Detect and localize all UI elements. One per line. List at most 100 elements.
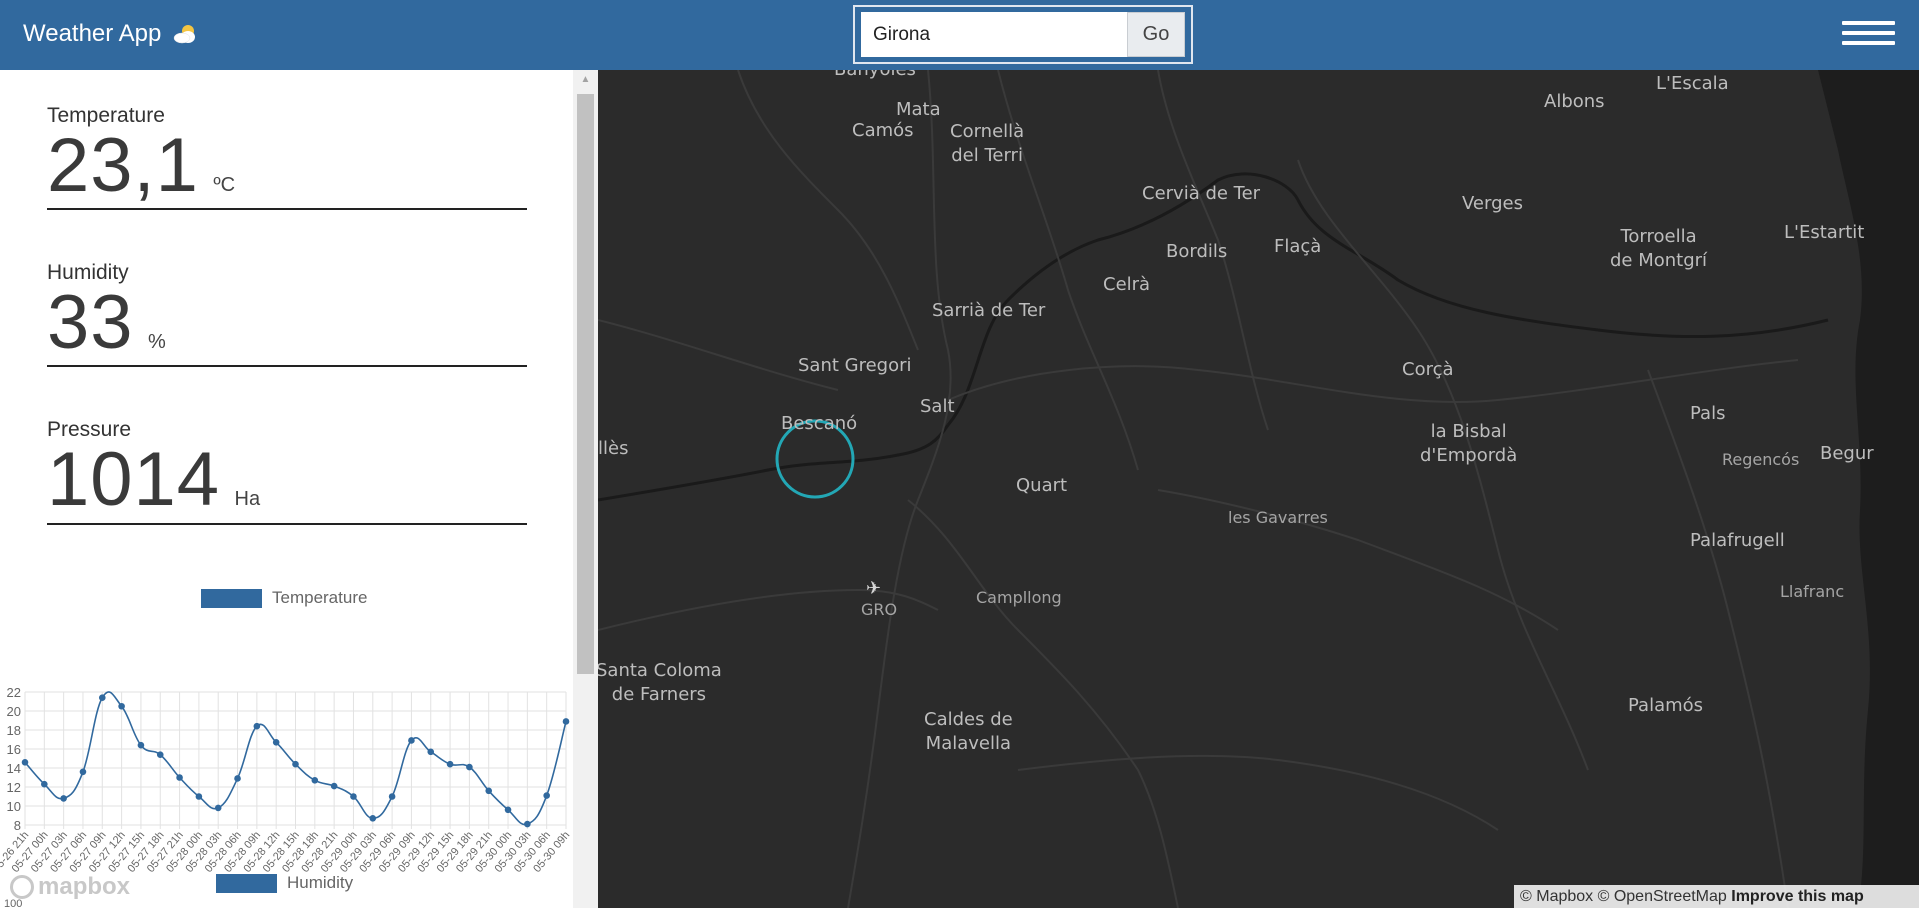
map-label: Quart xyxy=(1016,475,1068,496)
temperature-point xyxy=(311,777,319,784)
map-label: Bordils xyxy=(1166,241,1228,262)
temperature-metric: Temperature 23,1 ºC xyxy=(47,104,527,210)
map-label: Verges xyxy=(1462,193,1523,214)
attribution-text[interactable]: © Mapbox © OpenStreetMap xyxy=(1520,888,1727,905)
legend-label: Humidity xyxy=(287,873,354,892)
improve-map-link[interactable]: Improve this map xyxy=(1731,888,1863,905)
map-label: Regencós xyxy=(1722,450,1800,469)
temperature-legend[interactable]: Temperature xyxy=(201,588,367,608)
temperature-point xyxy=(543,792,550,799)
temperature-point xyxy=(292,760,299,768)
temperature-point xyxy=(272,739,280,746)
temperature-point xyxy=(524,820,531,828)
temperature-point xyxy=(195,793,203,800)
map-label: Cornellà del Terri xyxy=(950,121,1025,166)
map-label: Cervià de Ter xyxy=(1142,183,1261,204)
map-label: Llafranc xyxy=(1780,582,1845,601)
map-label: Camós xyxy=(852,120,914,141)
brand[interactable]: Weather App xyxy=(23,20,199,48)
temperature-point xyxy=(118,702,125,710)
map-label: Celrà xyxy=(1103,274,1151,295)
temperature-point xyxy=(427,748,435,756)
map-label: Palamós xyxy=(1628,695,1704,716)
humidity-metric: Humidity 33 % xyxy=(47,261,527,367)
temperature-point xyxy=(98,694,106,701)
humidity-legend[interactable]: Humidity xyxy=(216,873,353,893)
weather-sidebar: Temperature 23,1 ºC Humidity 33 % Pressu… xyxy=(0,70,598,908)
temperature-value: 23,1 xyxy=(47,123,199,208)
map-label: llès xyxy=(598,438,629,459)
map-label: Begur xyxy=(1820,443,1874,464)
pressure-unit: Ha xyxy=(234,488,261,510)
mapbox-logo-text: mapbox xyxy=(38,873,131,900)
scroll-up-arrow-icon[interactable]: ▲ xyxy=(573,70,598,90)
map-label: Albons xyxy=(1544,91,1605,112)
map-label: Sarrià de Ter xyxy=(932,300,1046,321)
temperature-point xyxy=(388,793,396,800)
scrollbar-thumb[interactable] xyxy=(577,94,594,674)
temperature-point xyxy=(79,768,87,776)
map-label: Sant Gregori xyxy=(798,355,912,376)
map-label: Campllong xyxy=(976,588,1062,607)
humidity-unit: % xyxy=(148,331,166,353)
y-tick-label: 20 xyxy=(7,704,21,719)
temperature-point xyxy=(214,804,222,812)
temperature-point xyxy=(350,793,357,800)
temperature-point xyxy=(137,741,145,749)
map-label: les Gavarres xyxy=(1228,508,1328,527)
temperature-point xyxy=(60,795,67,802)
temperature-point xyxy=(253,722,261,730)
city-search-input[interactable] xyxy=(861,12,1129,57)
y-tick-label: 14 xyxy=(7,761,21,776)
map-label: la Bisbal d'Empordà xyxy=(1420,421,1518,466)
pressure-metric: Pressure 1014 Ha xyxy=(47,418,527,525)
map-label: Pals xyxy=(1690,403,1726,424)
map-label: Santa Coloma de Farners xyxy=(598,660,722,705)
temperature-point xyxy=(369,815,377,822)
map-label: L'Estartit xyxy=(1784,222,1865,243)
hamburger-icon[interactable] xyxy=(1842,21,1895,49)
mapbox-logo[interactable]: mapbox xyxy=(10,873,130,901)
map-canvas[interactable]: Banyoles L'Escala Mata Albons Camós Corn… xyxy=(598,70,1919,908)
map-label: L'Escala xyxy=(1656,73,1729,94)
pressure-value: 1014 xyxy=(47,437,221,522)
y-tick-label: 16 xyxy=(7,742,21,757)
humidity-value: 33 xyxy=(47,280,134,365)
temperature-point xyxy=(485,787,493,795)
temperature-point xyxy=(446,760,454,768)
search-form: Go xyxy=(853,5,1193,64)
temperature-point xyxy=(41,780,48,788)
y-tick-label: 12 xyxy=(7,780,21,795)
y-tick-label: 22 xyxy=(7,685,21,700)
map-label: Palafrugell xyxy=(1690,530,1785,551)
temperature-point xyxy=(562,718,570,725)
legend-swatch xyxy=(216,873,277,893)
map-label: Caldes de Malavella xyxy=(924,709,1013,754)
temperature-unit: ºC xyxy=(213,174,236,196)
y-tick-label: 10 xyxy=(7,799,21,814)
map-attribution: © Mapbox © OpenStreetMap Improve this ma… xyxy=(1514,885,1919,908)
map-label: Flaçà xyxy=(1274,236,1322,257)
temperature-point xyxy=(330,782,338,790)
temperature-point xyxy=(234,775,241,782)
temperature-point xyxy=(504,806,512,814)
go-button[interactable]: Go xyxy=(1127,12,1185,57)
map-label: Torroella de Montgrí xyxy=(1610,226,1708,271)
partly-cloudy-icon xyxy=(174,25,196,44)
navbar: Weather App Go xyxy=(0,0,1919,70)
map-label: Banyoles xyxy=(834,70,916,82)
sidebar-scrollbar[interactable]: ▲ xyxy=(573,70,598,908)
map-label: Bescanó xyxy=(781,413,858,434)
y-tick-label: 18 xyxy=(7,723,21,738)
map-label: Corçà xyxy=(1402,359,1454,380)
map-label: GRO xyxy=(861,600,898,619)
airport-icon: ✈ xyxy=(866,578,882,598)
legend-swatch xyxy=(201,588,262,608)
temperature-point xyxy=(408,737,415,744)
map-label: Salt xyxy=(920,396,955,417)
legend-label: Temperature xyxy=(272,588,368,607)
mapbox-logo-icon xyxy=(10,875,34,899)
temperature-point xyxy=(176,774,183,781)
temperature-point xyxy=(21,759,29,766)
brand-title: Weather App xyxy=(23,20,162,47)
